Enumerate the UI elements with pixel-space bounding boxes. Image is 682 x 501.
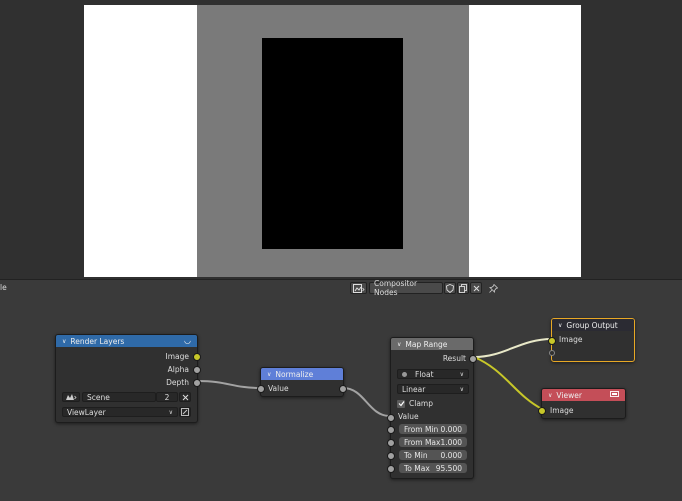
group-output-header[interactable]: ∨ Group Output (552, 319, 634, 331)
preview-white-left (84, 5, 197, 277)
alpha-output-socket[interactable] (193, 366, 201, 374)
chevron-down-icon: ∨ (459, 370, 464, 378)
to-max-value: 95.500 (435, 463, 462, 473)
from-max-label: From Max (404, 437, 441, 447)
to-min-socket[interactable] (387, 452, 395, 460)
interpolation-label: Linear (402, 384, 426, 394)
from-max-socket[interactable] (387, 439, 395, 447)
from-min-field[interactable]: From Min 0.000 (399, 424, 467, 434)
map-range-header[interactable]: ∨ Map Range (391, 338, 473, 350)
chevron-down-icon[interactable]: ∨ (267, 371, 271, 378)
from-max-field[interactable]: From Max 1.000 (399, 437, 467, 447)
value-input-socket[interactable] (387, 414, 395, 422)
depth-output-socket[interactable] (193, 379, 201, 387)
scene-name-field[interactable]: Scene (82, 392, 156, 402)
clamp-checkbox[interactable] (397, 399, 405, 408)
interpolation-dropdown[interactable]: Linear ∨ (397, 384, 469, 394)
copy-icon[interactable] (457, 282, 469, 294)
data-type-dropdown[interactable]: Float ∨ (397, 369, 469, 379)
view-layer-label: ViewLayer (67, 407, 106, 417)
scene-users-count[interactable]: 2 (156, 392, 178, 402)
to-min-value: 0.000 (440, 450, 462, 460)
map-range-title: Map Range (405, 339, 448, 349)
normalize-input-socket[interactable] (257, 385, 265, 393)
from-min-label: From Min (404, 424, 439, 434)
viewer-title: Viewer (556, 390, 582, 400)
normalize-node[interactable]: ∨ Normalize Value (257, 367, 347, 397)
normalize-value-label: Value (268, 384, 289, 393)
viewer-monitor-icon[interactable] (610, 391, 619, 400)
scene-close-icon[interactable] (179, 392, 191, 402)
normalize-title: Normalize (275, 369, 314, 379)
preview-white-right (469, 5, 581, 277)
clamp-checkbox-row[interactable]: Clamp (397, 398, 433, 409)
node-tree-icon[interactable] (350, 282, 367, 294)
map-range-node[interactable]: ∨ Map Range Result Float ∨ Linear ∨ Clam… (387, 337, 477, 479)
chevron-down-icon[interactable]: ∨ (548, 392, 552, 399)
to-max-socket[interactable] (387, 465, 395, 473)
result-output-socket[interactable] (469, 355, 477, 363)
normalize-output-socket[interactable] (339, 385, 347, 393)
image-preview-area (0, 0, 682, 279)
to-min-field[interactable]: To Min 0.000 (399, 450, 467, 460)
chevron-down-icon[interactable]: ∨ (397, 341, 401, 348)
viewer-header[interactable]: ∨ Viewer (542, 389, 625, 401)
data-type-label: Float (415, 369, 434, 379)
render-layer-icon[interactable] (179, 407, 191, 417)
chevron-down-icon[interactable]: ∨ (62, 338, 66, 345)
output-depth-label: Depth (166, 378, 189, 387)
editor-edge-label: le (0, 283, 7, 292)
render-layers-header[interactable]: ∨ Render Layers ◡ (56, 335, 197, 347)
preview-render-result (262, 38, 403, 249)
from-min-value: 0.000 (440, 424, 462, 434)
chevron-down-icon[interactable]: ∨ (558, 322, 562, 329)
render-layers-title: Render Layers (70, 336, 125, 346)
from-min-socket[interactable] (387, 426, 395, 434)
viewer-node[interactable]: ∨ Viewer Image (538, 388, 626, 419)
clamp-label: Clamp (409, 399, 433, 408)
group-output-node[interactable]: ∨ Group Output Image (548, 318, 635, 362)
node-tree-name-field[interactable]: Compositor Nodes (369, 279, 443, 297)
chevron-down-icon: ∨ (168, 408, 173, 416)
image-output-socket[interactable] (193, 353, 201, 361)
to-max-field[interactable]: To Max 95.500 (399, 463, 467, 473)
from-max-value: 1.000 (440, 437, 462, 447)
close-icon[interactable] (470, 282, 482, 294)
output-alpha-label: Alpha (167, 365, 189, 374)
group-output-title: Group Output (566, 320, 618, 330)
shield-icon[interactable] (444, 282, 456, 294)
viewer-image-label: Image (550, 406, 574, 415)
group-output-image-socket[interactable] (548, 337, 556, 345)
to-max-label: To Max (404, 463, 430, 473)
group-output-empty-socket[interactable] (549, 350, 555, 356)
to-min-label: To Min (404, 450, 428, 460)
output-image-label: Image (165, 352, 190, 361)
chevron-down-icon: ∨ (459, 385, 464, 393)
group-output-image-label: Image (559, 335, 583, 344)
value-input-label: Value (398, 412, 419, 421)
view-layer-dropdown[interactable]: ViewLayer ∨ (62, 407, 178, 417)
viewer-image-socket[interactable] (538, 407, 546, 415)
float-socket-icon (402, 371, 407, 377)
map-range-result-label: Result (442, 354, 466, 363)
collapse-preview-icon[interactable]: ◡ (184, 336, 191, 345)
node-tree-header: Compositor Nodes (350, 279, 499, 297)
scene-selector-icon[interactable] (62, 392, 80, 402)
normalize-header[interactable]: ∨ Normalize (261, 368, 343, 380)
render-layers-node[interactable]: ∨ Render Layers ◡ Image Alpha Depth Scen… (55, 334, 201, 423)
pin-icon[interactable] (487, 282, 499, 294)
